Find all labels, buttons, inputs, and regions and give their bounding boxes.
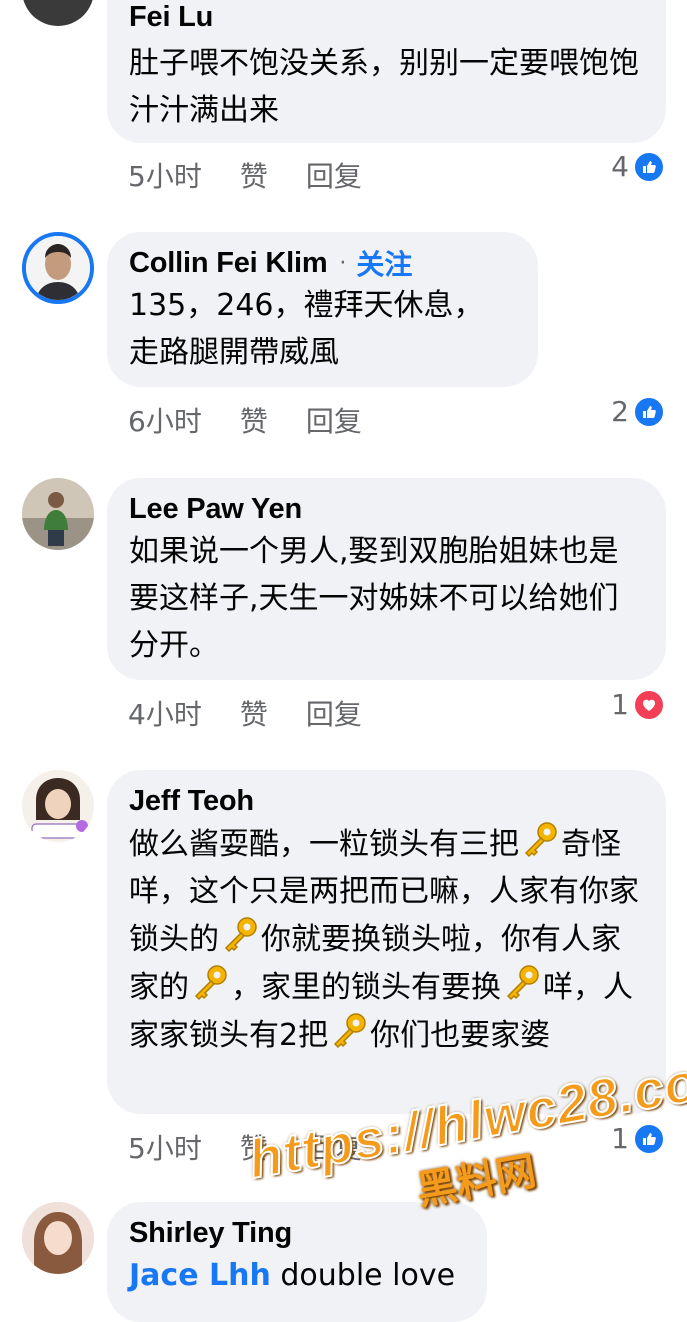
comment-text-segment: 你们也要家婆: [370, 1018, 551, 1053]
key-emoji-icon: [506, 965, 539, 1001]
reply-button[interactable]: 回复: [306, 693, 362, 733]
separator-dot: ·: [339, 250, 347, 276]
comment-text-segment: double love: [280, 1258, 456, 1293]
avatar[interactable]: [22, 0, 94, 26]
avatar[interactable]: [22, 770, 94, 842]
comment-bubble[interactable]: Lee Paw Yen 如果说一个男人,娶到双胞胎姐妹也是要这样子,天生一对姊妹…: [107, 478, 666, 680]
comment-bubble[interactable]: Jeff Teoh 做么酱耍酷，一粒锁头有三把 奇怪咩，这个只是两把而已嘛，人家有…: [107, 770, 666, 1114]
comment-time: 6小时: [128, 405, 202, 438]
reply-button[interactable]: 回复: [306, 155, 362, 195]
like-icon: [633, 150, 665, 183]
reaction-number: 4: [611, 150, 629, 183]
comment-actions: 6小时 赞 回复: [128, 400, 400, 440]
comment-text: 做么酱耍酷，一粒锁头有三把 奇怪咩，这个只是两把而已嘛，人家有你家锁头的 你就要换锁…: [129, 820, 644, 1059]
follow-button[interactable]: 关注: [356, 243, 412, 283]
avatar[interactable]: [22, 1202, 94, 1274]
reaction-count[interactable]: 4: [611, 150, 665, 183]
mention-link[interactable]: Jace Lhh: [129, 1258, 271, 1293]
reaction-count[interactable]: 2: [611, 395, 665, 428]
reaction-number: 1: [611, 688, 629, 721]
heart-icon: [633, 688, 665, 721]
reply-button[interactable]: 回复: [306, 400, 362, 440]
comment-bubble[interactable]: Fei Lu 肚子喂不饱没关系，别别一定要喂饱饱汁汁满出来: [107, 0, 666, 143]
comment-author[interactable]: Fei Lu: [129, 1, 213, 34]
comment-time: 4小时: [128, 698, 202, 731]
avatar[interactable]: [22, 478, 94, 550]
comment-actions: 4小时 赞 回复: [128, 693, 400, 733]
reaction-count[interactable]: 1: [611, 688, 665, 721]
comment-author[interactable]: Collin Fei Klim: [129, 247, 328, 280]
like-button[interactable]: 赞: [240, 155, 268, 195]
key-emoji-icon: [334, 1013, 366, 1049]
like-button[interactable]: 赞: [240, 400, 268, 440]
comment-author[interactable]: Lee Paw Yen: [129, 493, 302, 526]
comment-bubble[interactable]: Collin Fei Klim · 关注 135，246，禮拜天休息， 走路腿開…: [107, 232, 538, 387]
comment-text-segment: 做么酱耍酷，一粒锁头有三把: [129, 827, 519, 862]
comment-text-line: 135，246，禮拜天休息，: [129, 288, 484, 323]
like-button[interactable]: 赞: [240, 693, 268, 733]
comment-text: 如果说一个男人,娶到双胞胎姐妹也是要这样子,天生一对姊妹不可以给她们 分开。: [129, 534, 619, 663]
key-emoji-icon: [224, 917, 257, 953]
reaction-number: 2: [611, 395, 629, 428]
comment-text: 135，246，禮拜天休息， 走路腿開帶威風: [129, 282, 516, 376]
comment-text-line: 走路腿開帶威風: [129, 335, 339, 370]
comment-actions: 5小时 赞 回复: [128, 155, 400, 195]
key-emoji-icon: [524, 822, 557, 858]
comment-text-segment: ，家里的锁头有要换: [231, 970, 501, 1005]
comment-author[interactable]: Jeff Teoh: [129, 785, 254, 818]
like-icon: [633, 395, 665, 428]
comment-time: 5小时: [128, 160, 202, 193]
comment-time: 5小时: [128, 1132, 202, 1165]
avatar[interactable]: [22, 232, 94, 304]
key-emoji-icon: [194, 965, 227, 1001]
comment-text: 肚子喂不饱没关系，别别一定要喂饱饱汁汁满出来: [129, 46, 639, 128]
